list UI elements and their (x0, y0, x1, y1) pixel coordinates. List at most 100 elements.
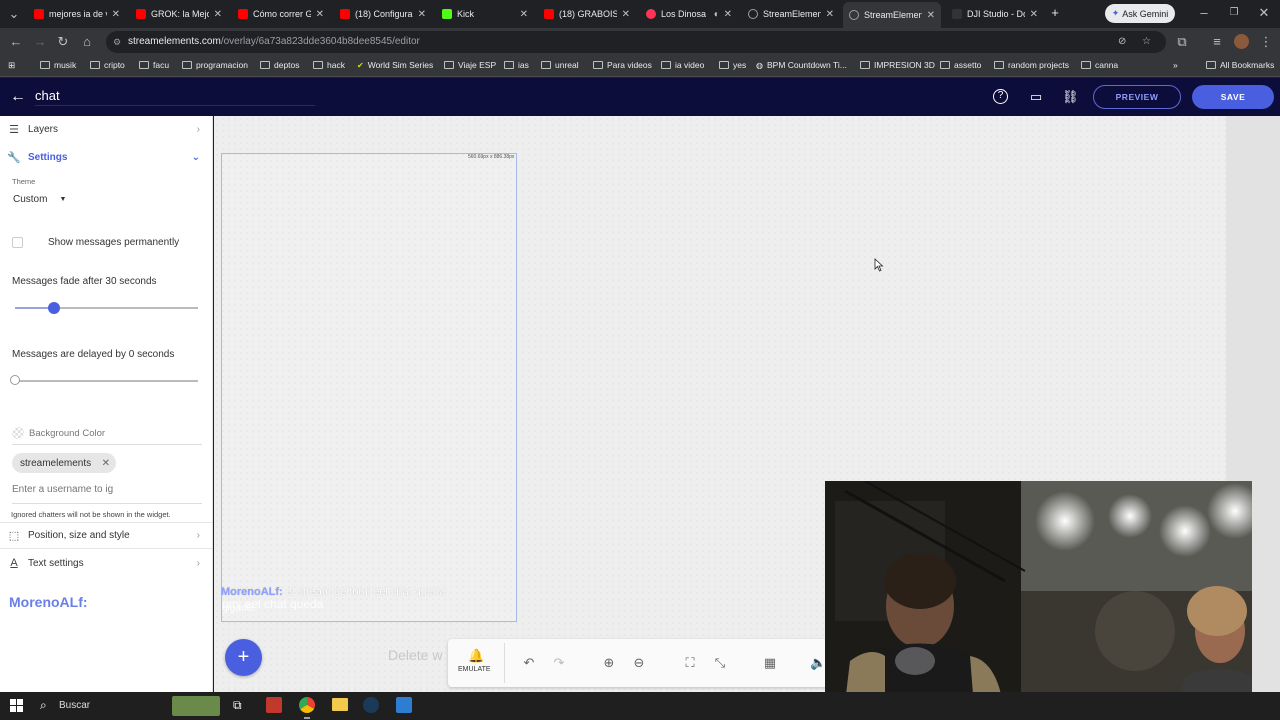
browser-tab[interactable]: Kick ✕ (436, 4, 534, 24)
bookmark-folder[interactable]: musik (40, 60, 76, 70)
close-tab-icon[interactable]: ✕ (724, 9, 732, 20)
windows-start-icon[interactable] (10, 699, 23, 712)
collapse-icon[interactable]: ⤡ (712, 655, 728, 671)
forward-icon[interactable]: → (32, 34, 48, 50)
site-info-icon[interactable]: ⚙ (113, 31, 121, 53)
bookmark-folder[interactable]: programacion (182, 60, 248, 70)
fit-screen-icon[interactable]: ⛶ (682, 655, 698, 671)
bookmark-folder[interactable]: canna (1081, 60, 1118, 70)
delay-slider[interactable] (15, 380, 198, 382)
app-red-icon[interactable] (266, 697, 282, 713)
layers-row[interactable]: ☰ Layers › (0, 122, 212, 136)
bookmark-folder[interactable]: random projects (994, 60, 1069, 70)
bookmark-folder[interactable]: ias (504, 60, 529, 70)
resolution-icon[interactable]: ▭ (1028, 89, 1044, 105)
undo-icon[interactable]: ↶ (521, 655, 537, 671)
show-permanently-checkbox[interactable] (12, 237, 23, 248)
emulate-button[interactable]: 🔔 EMULATE (448, 639, 504, 687)
close-window-icon[interactable]: ✕ (1256, 5, 1272, 21)
grid-icon[interactable]: ▦ (762, 655, 778, 671)
bookmark-folder[interactable]: ia video (661, 60, 704, 70)
taskbar-search[interactable]: Buscar (59, 700, 90, 711)
bookmark-link[interactable]: ◍ BPM Countdown Ti... (756, 60, 847, 70)
back-icon[interactable]: ← (8, 34, 24, 50)
close-tab-icon[interactable]: ✕ (112, 9, 120, 20)
reload-icon[interactable]: ↻ (55, 34, 71, 50)
steam-icon[interactable] (363, 697, 379, 713)
bookmark-folder[interactable]: deptos (260, 60, 300, 70)
tab-search-icon[interactable]: ⌄ (6, 6, 22, 22)
minimize-icon[interactable]: – (1196, 5, 1212, 21)
home-icon[interactable]: ⌂ (79, 34, 95, 50)
bookmark-folder[interactable]: unreal (541, 60, 579, 70)
save-button[interactable]: SAVE (1192, 85, 1274, 109)
close-tab-icon[interactable]: ✕ (826, 9, 834, 20)
menu-kebab-icon[interactable]: ⋮ (1258, 34, 1274, 50)
bookmark-folder[interactable]: IMPRESION 3D (860, 60, 935, 70)
link-icon[interactable]: ⛓ (1062, 89, 1079, 105)
delay-slider-thumb[interactable] (10, 375, 20, 385)
volume-icon[interactable]: 🔈 (810, 655, 826, 671)
position-size-style-row[interactable]: ⬚ Position, size and style › (0, 528, 212, 542)
bookmark-star-icon[interactable]: ☆ (1142, 31, 1151, 53)
file-explorer-icon[interactable] (332, 698, 348, 711)
avatar[interactable] (1234, 34, 1249, 49)
chip-remove-icon[interactable]: ✕ (102, 458, 110, 469)
theme-select[interactable]: Custom ▼ (13, 192, 73, 206)
browser-tab[interactable]: GROK: la Mejor ✕ (130, 4, 228, 24)
close-tab-icon[interactable]: ✕ (316, 9, 324, 20)
overlay-title[interactable]: chat (35, 88, 60, 103)
chrome-icon[interactable] (299, 697, 315, 713)
extensions-icon[interactable]: ⧉ (1174, 34, 1190, 50)
browser-tab[interactable]: Cómo correr Gr ✕ (232, 4, 330, 24)
bookmark-folder[interactable]: Para videos (593, 60, 652, 70)
restore-icon[interactable]: ❐ (1226, 5, 1242, 21)
eye-off-icon[interactable]: ⊘ (1118, 31, 1126, 53)
close-tab-icon[interactable]: ✕ (214, 9, 222, 20)
browser-tab[interactable]: mejores ia de v ✕ (28, 4, 126, 24)
more-bookmarks-icon[interactable]: » (1173, 60, 1178, 70)
new-tab-icon[interactable]: + (1047, 5, 1063, 21)
color-swatch-icon[interactable] (12, 427, 24, 439)
ask-gemini-button[interactable]: ✦ Ask Gemini (1105, 4, 1175, 23)
bookmark-folder[interactable]: hack (313, 60, 345, 70)
fade-slider-thumb[interactable] (48, 302, 60, 314)
bookmark-folder[interactable]: Viaje ESP (444, 60, 496, 70)
chat-widget[interactable] (221, 153, 517, 622)
bookmark-link[interactable]: ✔ World Sim Series (357, 60, 433, 70)
close-tab-icon[interactable]: ✕ (520, 9, 528, 20)
bookmark-folder[interactable]: cripto (90, 60, 125, 70)
settings-row[interactable]: 🔧 Settings ⌄ (0, 150, 212, 164)
zoom-in-icon[interactable]: ⊕ (601, 655, 617, 671)
task-view-icon[interactable]: ⧉ (233, 698, 242, 713)
app-blue-icon[interactable] (396, 697, 412, 713)
close-tab-icon[interactable]: ✕ (1030, 9, 1038, 20)
add-widget-button[interactable]: + (225, 639, 262, 676)
help-icon[interactable]: ? (993, 89, 1008, 104)
close-tab-icon[interactable]: ✕ (622, 9, 630, 20)
zoom-out-icon[interactable]: ⊖ (631, 655, 647, 671)
close-tab-icon[interactable]: ✕ (927, 10, 935, 21)
bookmark-folder[interactable]: yes (719, 60, 746, 70)
bookmark-folder[interactable]: assetto (940, 60, 981, 70)
back-arrow-icon[interactable]: ← (10, 88, 26, 106)
url-field[interactable]: ⚙ streamelements.com/overlay/6a73a823dde… (106, 31, 1166, 53)
ignore-username-input[interactable] (12, 481, 132, 497)
audio-icon[interactable]: ◖ (713, 9, 719, 20)
close-tab-icon[interactable]: ✕ (418, 9, 426, 20)
redo-icon[interactable]: ↷ (551, 655, 567, 671)
preview-button[interactable]: PREVIEW (1093, 85, 1181, 109)
text-settings-row[interactable]: A Text settings › (0, 556, 212, 570)
browser-tab[interactable]: StreamElement ✕ (742, 4, 840, 24)
ignored-user-chip[interactable]: streamelements ✕ (12, 453, 116, 473)
all-bookmarks-folder[interactable]: All Bookmarks (1206, 60, 1274, 70)
bookmark-folder[interactable]: facu (139, 60, 169, 70)
browser-tab[interactable]: DJI Studio - Do ✕ (946, 4, 1044, 24)
media-controls-icon[interactable]: ≡ (1209, 34, 1225, 50)
browser-tab[interactable]: (18) Configurar ✕ (334, 4, 432, 24)
browser-tab[interactable]: (18) GRABOIS ✕ (538, 4, 636, 24)
apps-grid-icon[interactable]: ⊞ (8, 60, 15, 71)
search-highlight-icon[interactable] (172, 696, 220, 716)
browser-tab[interactable]: Los Dinosa ◖ ✕ (640, 4, 738, 24)
browser-tab-active[interactable]: StreamElement ✕ (843, 2, 941, 28)
